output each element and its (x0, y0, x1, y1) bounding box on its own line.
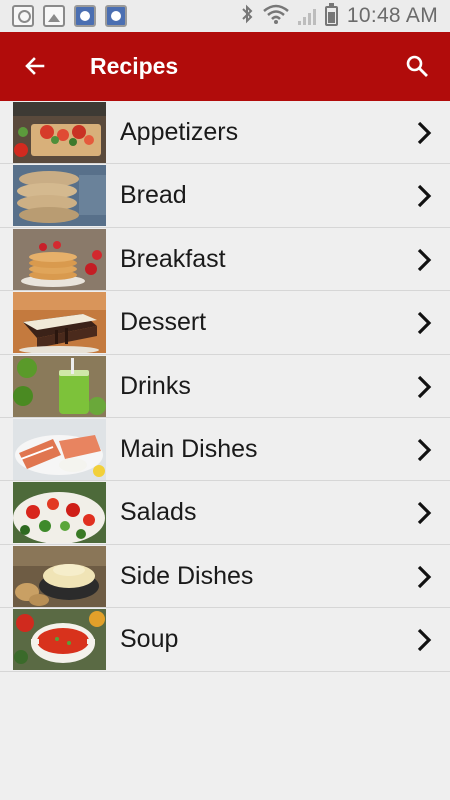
list-item-label: Side Dishes (120, 561, 254, 590)
bluetooth-icon (240, 4, 254, 29)
chevron-right-icon (417, 375, 432, 398)
arrow-left-icon (25, 57, 45, 75)
list-item-drinks[interactable]: Drinks (0, 355, 450, 418)
notification-app-icon (74, 5, 96, 27)
chevron-right-icon (417, 248, 432, 271)
list-item-salads[interactable]: Salads (0, 481, 450, 545)
chevron-right-icon (417, 628, 432, 652)
status-time: 10:48 AM (346, 4, 438, 27)
chevron-right-icon (417, 565, 432, 588)
soup-thumbnail (13, 609, 106, 671)
search-icon (406, 55, 428, 77)
app-bar: Recipes (0, 32, 450, 101)
salads-thumbnail (13, 482, 106, 544)
chevron-right-icon (417, 121, 432, 145)
notification-app-icon (105, 5, 127, 27)
notification-search-icon (12, 5, 34, 27)
list-item-label: Breakfast (120, 244, 226, 273)
appetizers-thumbnail (13, 102, 106, 163)
status-bar: 10:48 AM (0, 0, 450, 32)
list-item-breakfast[interactable]: Breakfast (0, 228, 450, 292)
list-item-label: Appetizers (120, 118, 239, 146)
breakfast-thumbnail (13, 228, 106, 290)
list-item-side-dishes[interactable]: Side Dishes (0, 545, 450, 609)
chevron-right-icon (417, 312, 432, 335)
notification-icons (12, 5, 127, 27)
list-item-appetizers[interactable]: Appetizers (0, 101, 450, 165)
list-item-label: Main Dishes (120, 434, 258, 463)
chevron-right-icon (417, 438, 432, 462)
side-dishes-thumbnail (13, 545, 106, 607)
list-item-main-dishes[interactable]: Main Dishes (0, 418, 450, 482)
wifi-icon (263, 4, 289, 29)
list-item-label: Bread (120, 181, 187, 210)
signal-icon (297, 7, 316, 25)
dessert-thumbnail (13, 292, 106, 354)
list-item-soup[interactable]: Soup (0, 608, 450, 672)
back-button[interactable] (18, 49, 52, 83)
list-item-label: Soup (120, 625, 179, 654)
search-button[interactable] (400, 49, 434, 83)
bread-thumbnail (13, 165, 106, 227)
list-item-dessert[interactable]: Dessert (0, 291, 450, 355)
battery-icon (324, 3, 338, 26)
drinks-thumbnail (13, 355, 106, 417)
main-dishes-thumbnail (13, 418, 106, 480)
recipe-category-list: Appetizers Bread Breakfast Dessert Drink… (0, 101, 450, 672)
list-item-label: Salads (120, 498, 197, 527)
chevron-right-icon (417, 185, 432, 208)
chevron-right-icon (417, 502, 432, 525)
page-title: Recipes (90, 53, 179, 79)
list-item-label: Drinks (120, 371, 191, 400)
list-item-label: Dessert (120, 308, 207, 337)
notification-image-icon (43, 5, 65, 27)
list-item-bread[interactable]: Bread (0, 164, 450, 228)
